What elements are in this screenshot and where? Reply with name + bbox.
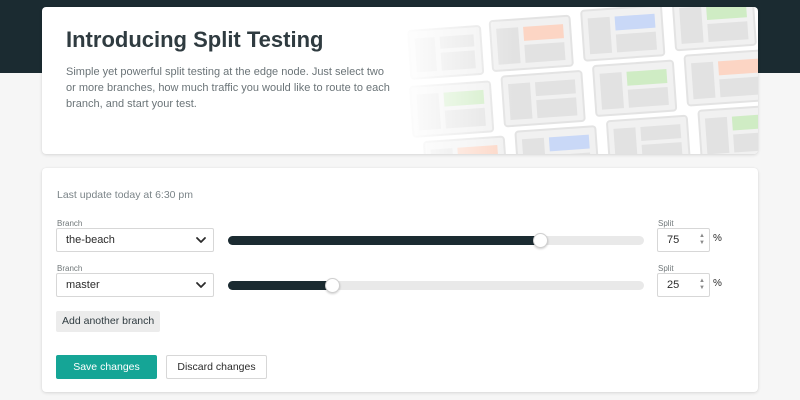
intro-card: Introducing Split Testing Simple yet pow… — [42, 7, 758, 154]
percent-sign: % — [713, 233, 722, 244]
branch-row: Branch master Split 25 ▲ ▼ % — [42, 260, 758, 304]
branch-label: Branch — [57, 219, 83, 228]
branch-select[interactable]: master — [56, 273, 214, 297]
split-slider[interactable] — [228, 233, 644, 248]
split-input[interactable]: 25 ▲ ▼ — [657, 273, 710, 297]
chevron-down-icon — [196, 282, 206, 288]
branch-label: Branch — [57, 264, 83, 273]
slider-handle[interactable] — [533, 233, 548, 248]
percent-sign: % — [713, 278, 722, 289]
slider-fill — [228, 236, 540, 245]
last-update-text: Last update today at 6:30 pm — [57, 189, 194, 201]
spinner-arrows-icon[interactable]: ▲ ▼ — [699, 233, 705, 247]
branch-select[interactable]: the-beach — [56, 228, 214, 252]
split-input[interactable]: 75 ▲ ▼ — [657, 228, 710, 252]
split-input-value: 25 — [667, 279, 680, 291]
branch-select-value: the-beach — [66, 234, 115, 246]
save-changes-button[interactable]: Save changes — [56, 355, 157, 379]
slider-handle[interactable] — [325, 278, 340, 293]
add-branch-button[interactable]: Add another branch — [56, 311, 161, 332]
intro-title: Introducing Split Testing — [66, 27, 324, 52]
split-input-value: 75 — [667, 234, 680, 246]
intro-description: Simple yet powerful split testing at the… — [66, 66, 390, 110]
split-slider[interactable] — [228, 278, 644, 293]
spinner-arrows-icon[interactable]: ▲ ▼ — [699, 278, 705, 292]
illustration-fade — [404, 7, 514, 154]
branch-select-value: master — [66, 279, 100, 291]
branch-row: Branch the-beach Split 75 ▲ ▼ % — [42, 215, 758, 259]
chevron-down-icon — [196, 237, 206, 243]
slider-fill — [228, 281, 332, 290]
split-settings-card: Last update today at 6:30 pm Branch the-… — [42, 168, 758, 392]
discard-changes-button[interactable]: Discard changes — [166, 355, 267, 379]
split-label: Split — [658, 219, 674, 228]
split-label: Split — [658, 264, 674, 273]
